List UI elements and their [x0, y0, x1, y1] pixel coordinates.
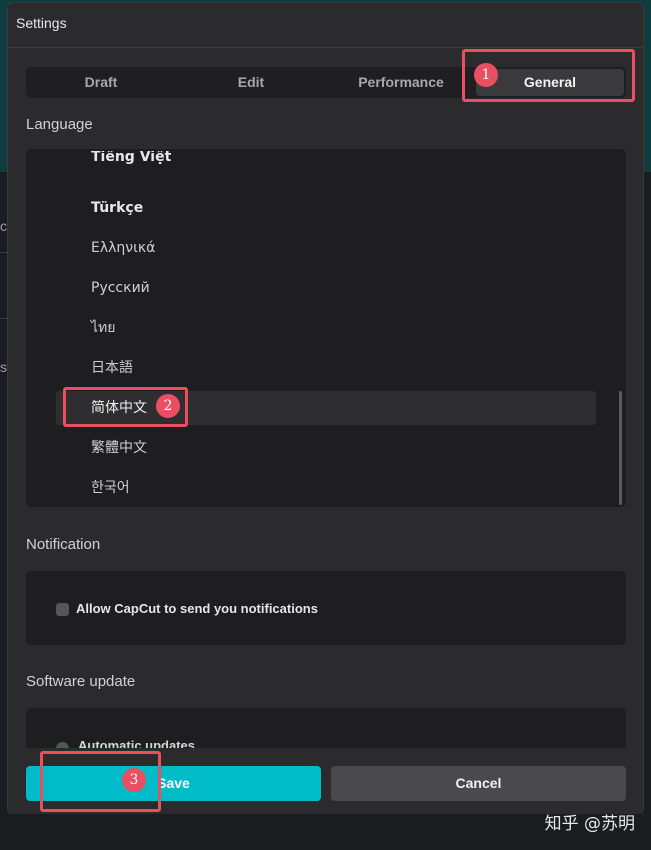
- automatic-updates-label[interactable]: Automatic updates: [78, 738, 195, 748]
- language-option-turkish[interactable]: Türkçe: [56, 191, 596, 225]
- language-option-russian[interactable]: Русский: [56, 271, 596, 305]
- language-list[interactable]: Tiếng Việt Türkçe Ελληνικά Русский ไทย 日…: [26, 149, 626, 507]
- background-edge-text: s: [0, 359, 7, 375]
- language-section-label: Language: [26, 116, 93, 133]
- language-option-korean[interactable]: 한국어: [56, 471, 596, 505]
- annotation-step-1: 1: [474, 63, 498, 87]
- watermark-text: 知乎 @苏明: [544, 814, 635, 834]
- dialog-title: Settings: [16, 15, 67, 31]
- title-divider: [8, 47, 643, 48]
- tab-performance[interactable]: Performance: [326, 67, 476, 98]
- annotation-step-2: 2: [156, 394, 180, 418]
- software-update-section-label: Software update: [26, 673, 136, 690]
- notification-checkbox[interactable]: [56, 603, 69, 616]
- notification-section-label: Notification: [26, 536, 101, 553]
- language-option-greek[interactable]: Ελληνικά: [56, 231, 596, 265]
- language-list-scrollbar[interactable]: [619, 391, 622, 505]
- language-option-vietnamese[interactable]: Tiếng Việt: [56, 151, 596, 175]
- cancel-button[interactable]: Cancel: [331, 766, 626, 801]
- language-option-traditional-chinese[interactable]: 繁體中文: [56, 431, 596, 465]
- notification-checkbox-label[interactable]: Allow CapCut to send you notifications: [76, 601, 318, 616]
- annotation-step-3: 3: [122, 768, 146, 792]
- language-option-japanese[interactable]: 日本語: [56, 351, 596, 385]
- tab-draft[interactable]: Draft: [26, 67, 176, 98]
- tab-edit[interactable]: Edit: [176, 67, 326, 98]
- software-update-panel: Automatic updates: [26, 708, 626, 748]
- background-edge-text: c: [0, 218, 7, 234]
- notification-panel: Allow CapCut to send you notifications: [26, 571, 626, 645]
- language-option-thai[interactable]: ไทย: [56, 311, 596, 345]
